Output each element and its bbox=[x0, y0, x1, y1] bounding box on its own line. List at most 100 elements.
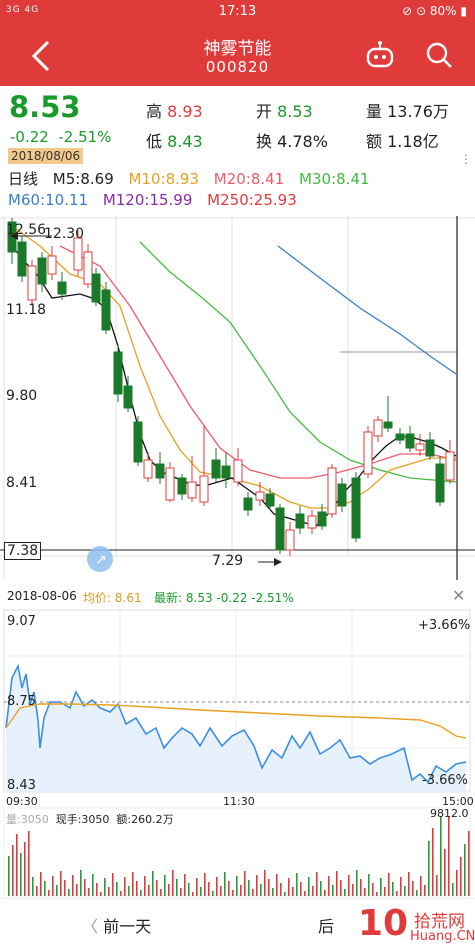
candle-body bbox=[445, 451, 455, 481]
ma120-value: M120:15.99 bbox=[102, 191, 193, 209]
ma250-value: M250:25.93 bbox=[207, 191, 297, 209]
candle-body bbox=[285, 529, 295, 551]
candle-body bbox=[363, 431, 373, 475]
volume-bar bbox=[404, 886, 406, 896]
intraday-chart[interactable]: 9.07 +3.66% 8.75 8.43 -3.66% 09:30 11:30… bbox=[0, 608, 475, 898]
more-icon[interactable]: ⋮⋮ bbox=[460, 152, 475, 166]
candle-body bbox=[73, 237, 83, 271]
candle-body bbox=[295, 513, 305, 529]
amount: 额 1.18亿 bbox=[366, 132, 439, 151]
candle-body bbox=[351, 477, 361, 539]
volume-bar bbox=[44, 881, 46, 896]
ma-legend-row-1: 日线 M5:8.69 M10:8.93 M20:8.41 M30:8.41 bbox=[8, 168, 380, 189]
volume-bar bbox=[140, 890, 142, 896]
volume-bar bbox=[460, 857, 462, 896]
volume-bar bbox=[288, 878, 290, 896]
volume-bar bbox=[380, 878, 382, 896]
bottom-nav: 〈 前一天 后 10 拾荒网 Huang.CN bbox=[0, 898, 475, 950]
robot-assistant-icon[interactable] bbox=[364, 40, 396, 70]
stock-code: 000820 bbox=[205, 58, 270, 76]
volume-bar bbox=[12, 845, 14, 896]
volume-bar bbox=[16, 834, 18, 896]
candle-body bbox=[133, 421, 143, 463]
volume-bar bbox=[452, 883, 454, 896]
kline-chart[interactable]: ↗ 12.56 12.30 11.18 9.80 8.41 7.38 7.29 bbox=[0, 216, 475, 580]
volume-bar bbox=[76, 884, 78, 896]
volume-bar bbox=[128, 886, 130, 896]
ma20-value: M20:8.41 bbox=[213, 170, 285, 188]
volume-bar bbox=[320, 881, 322, 896]
y-label-bottom: 7.38 bbox=[4, 542, 42, 560]
candle-body bbox=[83, 251, 93, 285]
volume-bar bbox=[436, 875, 438, 896]
ma-legend-row-2: M60:10.11 M120:15.99 M250:25.93 bbox=[8, 191, 307, 209]
volume-bar bbox=[352, 884, 354, 896]
volume-bar bbox=[328, 876, 330, 896]
volume-bar bbox=[20, 853, 22, 896]
volume-bar bbox=[172, 870, 174, 896]
low-price: 低 8.43 bbox=[146, 132, 203, 151]
volume-bar bbox=[392, 882, 394, 896]
next-day-button[interactable]: 后 bbox=[318, 913, 334, 937]
close-icon[interactable]: ✕ bbox=[452, 586, 465, 605]
candle-body bbox=[91, 273, 101, 303]
intraday-price-low: 8.43 bbox=[7, 778, 36, 793]
candle-body bbox=[265, 493, 275, 507]
volume-bar bbox=[92, 874, 94, 896]
volume-bar bbox=[228, 881, 230, 896]
high-marker: 12.30 bbox=[44, 226, 85, 242]
volume-bar bbox=[284, 892, 286, 896]
volume-bar bbox=[396, 891, 398, 896]
y-label-4: 8.41 bbox=[6, 475, 38, 491]
volume-max: 9812.0 bbox=[430, 807, 469, 820]
search-icon[interactable] bbox=[424, 40, 454, 70]
volume-bar bbox=[300, 882, 302, 896]
volume-bar bbox=[180, 888, 182, 896]
y-label-2: 11.18 bbox=[6, 302, 47, 318]
ma30-value: M30:8.41 bbox=[299, 170, 370, 188]
volume-bar bbox=[188, 883, 190, 896]
volume-bar bbox=[132, 872, 134, 896]
y-label-3: 9.80 bbox=[6, 388, 38, 404]
volume-bar bbox=[424, 885, 426, 896]
intraday-header: 2018-08-06 均价: 8.61 最新: 8.53 -0.22 -2.51… bbox=[0, 586, 475, 608]
candle-body bbox=[27, 265, 37, 301]
ma60-value: M60:10.11 bbox=[8, 191, 89, 209]
candle-body bbox=[307, 515, 317, 529]
volume-bar bbox=[40, 872, 42, 896]
turnover-rate: 换 4.78% bbox=[256, 132, 328, 151]
volume-bar bbox=[340, 880, 342, 896]
candle-body bbox=[405, 433, 415, 449]
status-bar: 3G 4G 17:13 ⊘ ⊙ 80% ▮ bbox=[0, 0, 475, 24]
volume-bar bbox=[292, 887, 294, 896]
volume-bar bbox=[244, 871, 246, 896]
intraday-date: 2018-08-06 bbox=[7, 589, 77, 603]
volume-bar bbox=[264, 870, 266, 896]
volume-bar bbox=[68, 889, 70, 896]
candle-body bbox=[155, 463, 165, 479]
candle-body bbox=[165, 467, 175, 501]
prev-day-button[interactable]: 〈 前一天 bbox=[82, 913, 151, 937]
candle-body bbox=[255, 491, 265, 501]
candle-body bbox=[243, 497, 253, 511]
volume-bar bbox=[24, 842, 26, 896]
volume-bar bbox=[376, 892, 378, 896]
volume-bar bbox=[200, 887, 202, 896]
volume-bar bbox=[64, 880, 66, 896]
volume-bar bbox=[268, 879, 270, 896]
candle-body bbox=[327, 467, 337, 515]
volume-bar bbox=[348, 875, 350, 896]
volume-bar bbox=[336, 871, 338, 896]
high-price: 高 8.93 bbox=[146, 102, 203, 121]
volume-bar bbox=[152, 871, 154, 896]
volume-bar bbox=[276, 874, 278, 896]
volume-bar bbox=[412, 881, 414, 896]
volume-bar bbox=[444, 849, 446, 896]
volume-bar bbox=[372, 883, 374, 896]
volume-bar bbox=[208, 882, 210, 896]
volume-bar bbox=[60, 871, 62, 896]
volume-bar bbox=[440, 816, 442, 896]
candle-body bbox=[101, 289, 111, 331]
volume-bar bbox=[124, 877, 126, 896]
candle-body bbox=[337, 483, 347, 507]
